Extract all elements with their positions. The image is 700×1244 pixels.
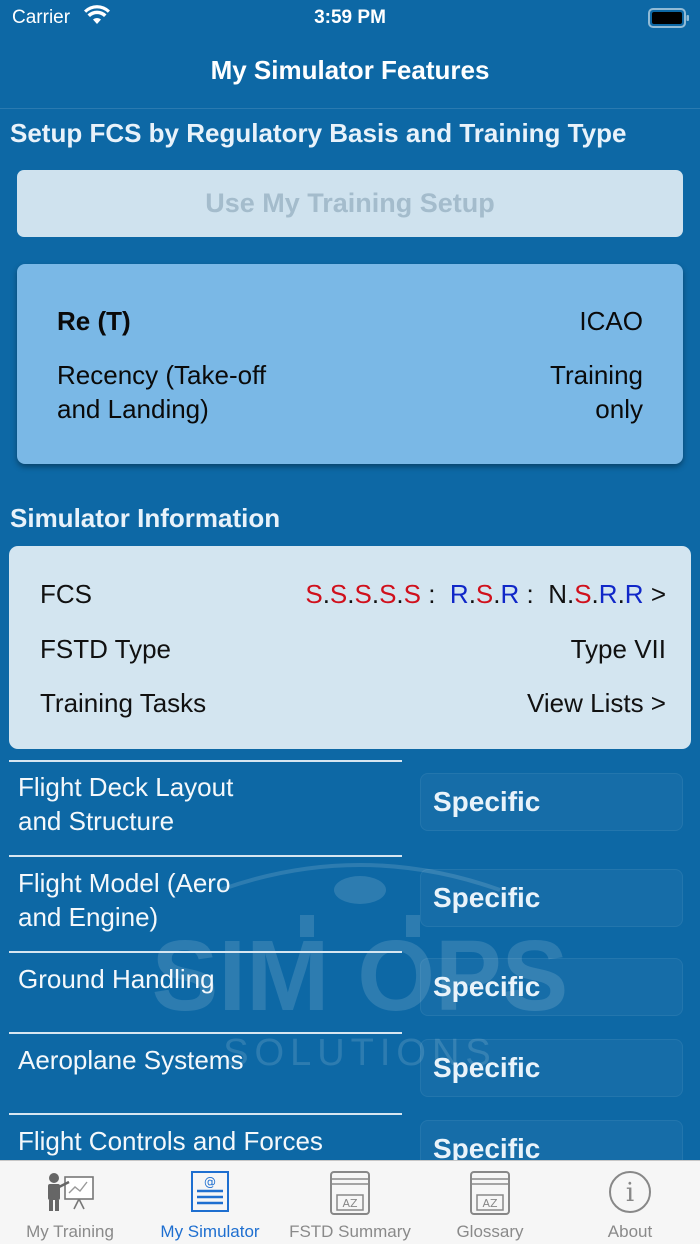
use-my-training-setup-button[interactable]: Use My Training Setup — [17, 170, 683, 237]
info-icon: i — [609, 1171, 651, 1213]
fcs-code-segment: R — [624, 579, 644, 609]
basis-regulator: ICAO — [579, 306, 643, 336]
feature-value[interactable]: Specific — [420, 1039, 683, 1097]
tab-label: My Training — [26, 1222, 114, 1241]
training-tasks-row[interactable]: Training Tasks View Lists > — [40, 688, 666, 719]
simulator-info-card: FCS S.S.S.S.S : R.S.R : N.S.R.R > FSTD T… — [9, 546, 691, 749]
fcs-label: FCS — [40, 579, 92, 609]
document-icon: @ — [191, 1171, 229, 1212]
fstd-type-value: Type VII — [570, 634, 666, 664]
fcs-code-segment: S — [574, 579, 592, 609]
fcs-code-segment: . — [617, 579, 625, 609]
basis-description-line1: Recency (Take-off — [57, 360, 267, 390]
basis-description-line2: and Landing) — [57, 394, 209, 424]
feature-value[interactable]: Specific — [420, 773, 683, 831]
tab-label: My Simulator — [160, 1222, 260, 1241]
tab-my-simulator[interactable]: @ My Simulator — [140, 1161, 280, 1244]
tab-label: About — [607, 1222, 653, 1241]
row-divider — [9, 1113, 402, 1115]
fcs-code-segment: S — [354, 579, 372, 609]
fcs-chevron: > — [650, 579, 666, 609]
svg-text:AZ: AZ — [342, 1197, 358, 1210]
tab-glossary[interactable]: AZ Glossary — [420, 1161, 560, 1244]
nav-divider — [0, 108, 700, 109]
feature-label: Ground Handling — [18, 964, 215, 994]
fcs-code: S.S.S.S.S : R.S.R : N.S.R.R — [305, 579, 643, 609]
tab-my-training[interactable]: My Training — [0, 1161, 140, 1244]
svg-text:i: i — [626, 1178, 634, 1208]
fcs-code-segment: . — [396, 579, 404, 609]
book-az-icon: AZ — [470, 1171, 510, 1215]
setup-section-header: Setup FCS by Regulatory Basis and Traini… — [10, 118, 627, 148]
fcs-code-segment: R — [598, 579, 618, 609]
simulator-info-header: Simulator Information — [10, 503, 281, 533]
page-title: My Simulator Features — [210, 55, 490, 85]
fcs-code-segment: R — [500, 579, 520, 609]
fcs-code-segment: : — [421, 579, 450, 609]
tab-label: FSTD Summary — [289, 1222, 411, 1241]
book-az-icon: AZ — [330, 1171, 370, 1215]
row-divider — [9, 855, 402, 857]
fcs-code-segment: R — [449, 579, 469, 609]
fcs-code-segment: S — [403, 579, 421, 609]
tab-label: Glossary — [456, 1222, 524, 1241]
svg-text:AZ: AZ — [482, 1197, 498, 1210]
tab-fstd-summary[interactable]: AZ FSTD Summary — [280, 1161, 420, 1244]
feature-label: Flight Controls and Forces — [18, 1126, 323, 1156]
fcs-code-segment: . — [322, 579, 330, 609]
fcs-value: S.S.S.S.S : R.S.R : N.S.R.R > — [305, 579, 666, 610]
battery-icon — [648, 8, 690, 34]
fcs-code-segment: S — [475, 579, 494, 609]
trainer-icon — [48, 1173, 94, 1211]
fcs-row[interactable]: FCS S.S.S.S.S : R.S.R : N.S.R.R > — [40, 579, 666, 610]
svg-text:@: @ — [204, 1175, 216, 1189]
row-divider — [9, 1032, 402, 1034]
fcs-code-segment: : — [519, 579, 549, 609]
fcs-code-segment: S — [305, 579, 323, 609]
tab-about[interactable]: i About — [560, 1161, 700, 1244]
status-bar: Carrier 3:59 PM — [0, 0, 700, 36]
fcs-code-segment: . — [371, 579, 380, 609]
regulatory-basis-card[interactable]: Re (T) ICAO Recency (Take-off and Landin… — [17, 264, 683, 464]
fcs-code-segment: . — [347, 579, 355, 609]
fcs-code-segment: S — [329, 579, 348, 609]
feature-label: Flight Deck Layout and Structure — [18, 772, 234, 836]
view-lists-link[interactable]: View Lists > — [527, 688, 666, 719]
fcs-code-segment: . — [468, 579, 476, 609]
feature-value[interactable]: Specific — [420, 958, 683, 1016]
basis-scope-line2: only — [595, 394, 643, 424]
row-divider — [9, 951, 402, 953]
feature-label: Flight Model (Aero and Engine) — [18, 868, 231, 932]
row-divider — [9, 760, 402, 762]
fcs-code-segment: N — [548, 579, 567, 609]
feature-value[interactable]: Specific — [420, 869, 683, 927]
fcs-code-segment: . — [493, 579, 501, 609]
basis-scope-line1: Training — [550, 360, 643, 390]
training-tasks-label: Training Tasks — [40, 688, 207, 718]
basis-code: Re (T) — [57, 306, 131, 336]
status-time: 3:59 PM — [314, 7, 386, 28]
tab-bar: My Training @ My Simulator AZ FSTD Summa… — [0, 1160, 700, 1244]
fstd-type-label: FSTD Type — [40, 634, 172, 664]
fcs-code-segment: S — [379, 579, 397, 609]
fcs-code-segment: . — [591, 579, 599, 609]
feature-label: Aeroplane Systems — [18, 1045, 244, 1075]
fstd-type-row: FSTD Type Type VII — [40, 634, 666, 665]
